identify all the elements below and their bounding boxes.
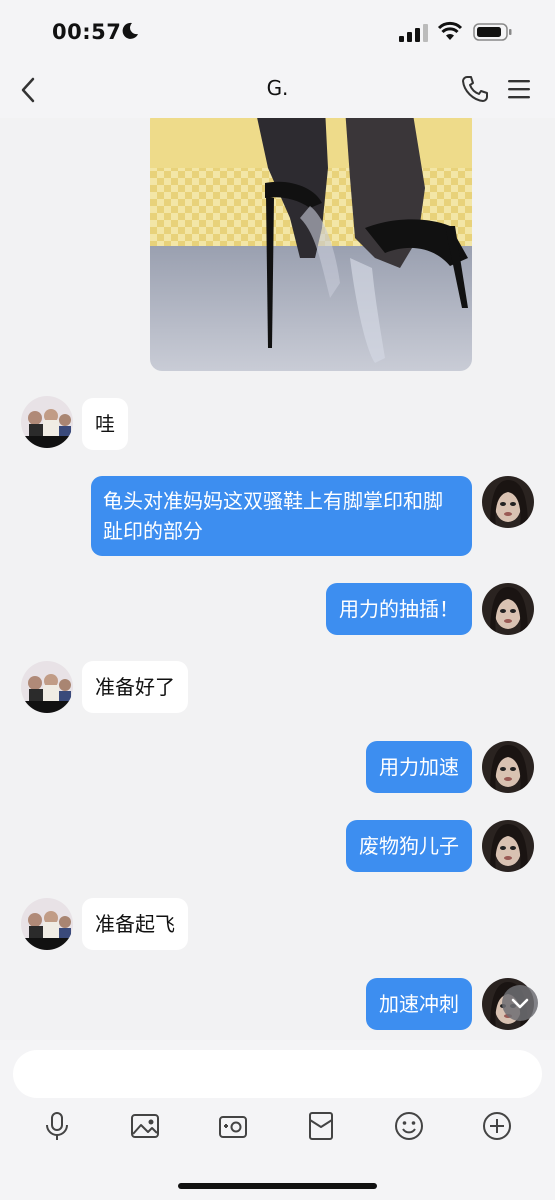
- message-row: 哇: [0, 396, 555, 452]
- camera-icon[interactable]: [217, 1110, 249, 1142]
- message-row: 准备起飞: [0, 898, 555, 954]
- composer: [0, 1040, 555, 1200]
- chevron-down-icon: [511, 998, 529, 1009]
- message-bubble-outgoing[interactable]: 加速冲刺: [366, 978, 472, 1030]
- emoji-icon[interactable]: [393, 1110, 425, 1142]
- red-packet-icon[interactable]: [305, 1110, 337, 1142]
- menu-icon[interactable]: [505, 76, 533, 102]
- message-row: 用力加速: [0, 741, 555, 797]
- my-avatar[interactable]: [482, 820, 534, 872]
- message-bubble-incoming[interactable]: 准备起飞: [82, 898, 188, 950]
- status-bar: 00:57: [0, 0, 555, 62]
- battery-icon: [473, 23, 512, 41]
- moon-icon: [122, 22, 138, 39]
- message-row: 废物狗儿子: [0, 820, 555, 876]
- message-list[interactable]: 哇 龟头对准妈妈这双骚鞋上有脚掌印和脚趾印的部分 用力的抽插！ 准备好了 用力加…: [0, 118, 555, 1040]
- contact-avatar[interactable]: [21, 661, 73, 713]
- scroll-to-bottom-button[interactable]: [502, 985, 538, 1021]
- my-avatar[interactable]: [482, 583, 534, 635]
- message-row: 龟头对准妈妈这双骚鞋上有脚掌印和脚趾印的部分: [0, 476, 555, 558]
- shared-photo[interactable]: [150, 118, 472, 371]
- status-time: 00:57: [52, 20, 122, 44]
- message-row: 用力的抽插！: [0, 583, 555, 639]
- message-input[interactable]: [13, 1050, 542, 1098]
- plus-icon[interactable]: [481, 1110, 513, 1142]
- message-row: 准备好了: [0, 661, 555, 717]
- message-bubble-outgoing[interactable]: 用力的抽插！: [326, 583, 472, 635]
- contact-avatar[interactable]: [21, 396, 73, 448]
- my-avatar[interactable]: [482, 476, 534, 528]
- my-avatar[interactable]: [482, 741, 534, 793]
- message-bubble-incoming[interactable]: 准备好了: [82, 661, 188, 713]
- cellular-signal-icon: [399, 24, 428, 42]
- home-indicator[interactable]: [178, 1183, 377, 1189]
- chat-header: G.: [0, 62, 555, 118]
- phone-icon[interactable]: [460, 74, 490, 104]
- message-row: 加速冲刺: [0, 978, 555, 1034]
- wifi-icon: [437, 21, 463, 40]
- microphone-icon[interactable]: [41, 1110, 73, 1142]
- contact-avatar[interactable]: [21, 898, 73, 950]
- message-bubble-outgoing[interactable]: 废物狗儿子: [346, 820, 472, 872]
- image-icon[interactable]: [129, 1110, 161, 1142]
- message-bubble-outgoing[interactable]: 用力加速: [366, 741, 472, 793]
- message-bubble-outgoing[interactable]: 龟头对准妈妈这双骚鞋上有脚掌印和脚趾印的部分: [91, 476, 472, 556]
- message-bubble-incoming[interactable]: 哇: [82, 398, 128, 450]
